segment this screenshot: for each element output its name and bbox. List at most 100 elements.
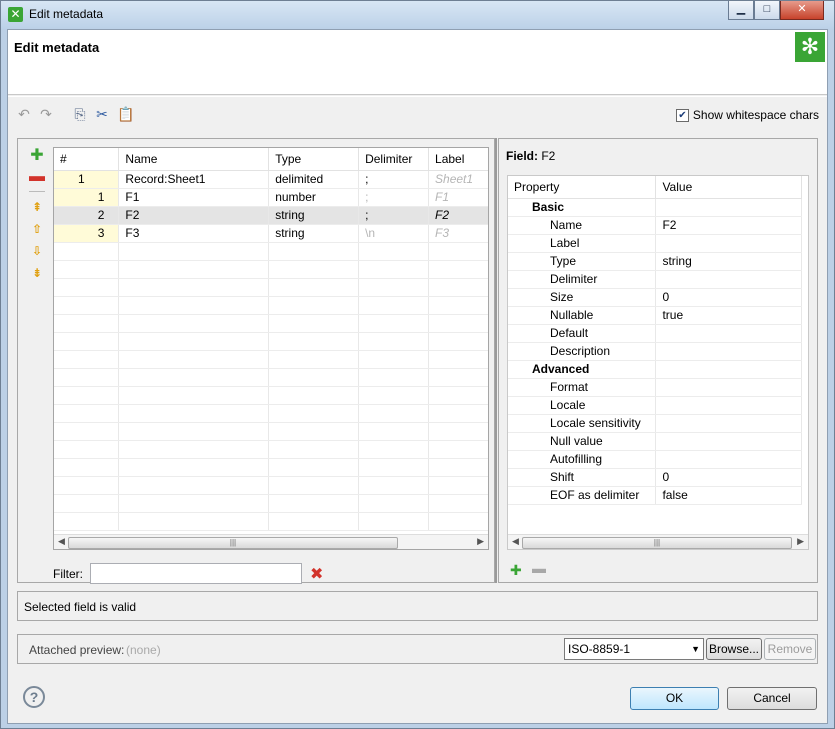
- column-header[interactable]: Type: [268, 148, 360, 171]
- clear-filter-icon[interactable]: ✖: [310, 564, 323, 584]
- property-row[interactable]: Default: [508, 324, 802, 343]
- empty-cell: [428, 458, 488, 477]
- empty-cell: [268, 494, 360, 513]
- column-header[interactable]: Label: [428, 148, 488, 171]
- property-value[interactable]: string: [655, 252, 802, 271]
- sidebar-divider: [29, 191, 45, 192]
- show-whitespace-toggle[interactable]: ✔ Show whitespace chars: [675, 108, 819, 122]
- property-row[interactable]: Locale: [508, 396, 802, 415]
- redo-icon[interactable]: ↷: [36, 104, 56, 124]
- property-value[interactable]: [655, 414, 802, 433]
- property-row[interactable]: EOF as delimiter false: [508, 486, 802, 505]
- property-group-row[interactable]: Basic: [508, 198, 802, 217]
- empty-cell: [54, 296, 120, 315]
- field-properties-panel: Field: F2 Property Value Basic Name F2 Label…: [498, 138, 818, 583]
- empty-cell: [428, 278, 488, 297]
- title-bar[interactable]: ✕ Edit metadata ▁ □ ✕: [1, 1, 834, 29]
- minimize-button[interactable]: ▁: [728, 1, 754, 20]
- property-row[interactable]: Name F2: [508, 216, 802, 235]
- property-value[interactable]: 0: [655, 468, 802, 487]
- empty-cell: [358, 512, 430, 531]
- fields-horizontal-scrollbar[interactable]: ◀ ||| ▶: [54, 534, 488, 549]
- show-whitespace-checkbox[interactable]: ✔: [675, 108, 689, 122]
- empty-cell: [118, 494, 270, 513]
- cancel-button[interactable]: Cancel: [727, 687, 817, 710]
- maximize-button[interactable]: □: [754, 1, 780, 20]
- field-type-cell: string: [268, 206, 360, 225]
- property-column-header[interactable]: Property: [508, 176, 657, 199]
- table-row[interactable]: 2 F2 string; F2: [54, 206, 488, 225]
- property-value[interactable]: 0: [655, 288, 802, 307]
- table-row[interactable]: 1 Record:Sheet1 delimited; Sheet1: [54, 170, 488, 189]
- column-header[interactable]: #: [54, 148, 120, 171]
- property-value[interactable]: [655, 342, 802, 361]
- add-field-icon[interactable]: ✚: [29, 148, 45, 164]
- property-row[interactable]: Shift 0: [508, 468, 802, 487]
- property-value[interactable]: [655, 432, 802, 451]
- empty-cell: [54, 314, 120, 333]
- property-value[interactable]: true: [655, 306, 802, 325]
- scroll-right-icon[interactable]: ▶: [477, 536, 484, 547]
- empty-cell: [428, 494, 488, 513]
- help-icon[interactable]: ?: [23, 686, 45, 708]
- scroll-thumb[interactable]: |||: [68, 537, 398, 549]
- panel-splitter[interactable]: [495, 138, 497, 583]
- remove-button[interactable]: Remove: [764, 638, 816, 660]
- property-value[interactable]: false: [655, 486, 802, 505]
- empty-cell: [268, 242, 360, 261]
- property-value[interactable]: [655, 324, 802, 343]
- property-row[interactable]: Type string: [508, 252, 802, 271]
- property-row[interactable]: Locale sensitivity: [508, 414, 802, 433]
- property-value[interactable]: [655, 270, 802, 289]
- column-header[interactable]: Name: [118, 148, 270, 171]
- ok-button[interactable]: OK: [630, 687, 719, 710]
- encoding-select[interactable]: ISO-8859-1 ▼: [564, 638, 704, 660]
- prop-scroll-left-icon[interactable]: ◀: [512, 536, 519, 547]
- property-value[interactable]: [655, 450, 802, 469]
- cut-icon[interactable]: ✂: [92, 104, 112, 124]
- property-value[interactable]: [655, 396, 802, 415]
- property-row[interactable]: Delimiter: [508, 270, 802, 289]
- property-column-header[interactable]: Value: [655, 176, 802, 199]
- property-group-row[interactable]: Advanced: [508, 360, 802, 379]
- empty-cell: [54, 278, 120, 297]
- property-value[interactable]: F2: [655, 216, 802, 235]
- empty-row: [54, 386, 488, 405]
- filter-input[interactable]: [90, 563, 302, 584]
- properties-horizontal-scrollbar[interactable]: ◀ ||| ▶: [508, 534, 808, 549]
- move-up-icon[interactable]: ⇧: [29, 221, 45, 237]
- prop-scroll-right-icon[interactable]: ▶: [797, 536, 804, 547]
- move-bottom-icon[interactable]: ⇟: [29, 265, 45, 281]
- empty-cell: [54, 422, 120, 441]
- table-row[interactable]: 3 F3 string \n F3: [54, 224, 488, 243]
- property-row[interactable]: Nullable true: [508, 306, 802, 325]
- property-row[interactable]: Null value: [508, 432, 802, 451]
- property-value[interactable]: [655, 378, 802, 397]
- property-row[interactable]: Size 0: [508, 288, 802, 307]
- property-row[interactable]: Label: [508, 234, 802, 253]
- undo-icon[interactable]: ↶: [14, 104, 34, 124]
- property-value[interactable]: [655, 234, 802, 253]
- add-property-icon[interactable]: ✚: [510, 562, 522, 579]
- close-button[interactable]: ✕: [780, 1, 824, 20]
- property-group-value: [655, 198, 802, 217]
- remove-property-icon[interactable]: ▬: [532, 560, 546, 576]
- empty-cell: [54, 350, 120, 369]
- empty-cell: [358, 386, 430, 405]
- remove-field-icon[interactable]: ▬: [29, 169, 45, 185]
- scroll-left-icon[interactable]: ◀: [58, 536, 65, 547]
- move-top-icon[interactable]: ⇞: [29, 199, 45, 215]
- browse-button[interactable]: Browse...: [706, 638, 762, 660]
- empty-cell: [268, 368, 360, 387]
- table-row[interactable]: 1 F1 number; F1: [54, 188, 488, 207]
- property-row[interactable]: Format: [508, 378, 802, 397]
- column-header[interactable]: Delimiter: [358, 148, 430, 171]
- paste-icon[interactable]: 📋: [116, 104, 136, 124]
- prop-scroll-thumb[interactable]: |||: [522, 537, 792, 549]
- copy-icon[interactable]: ⎘: [70, 104, 90, 124]
- empty-row: [54, 512, 488, 531]
- move-down-icon[interactable]: ⇩: [29, 243, 45, 259]
- property-row[interactable]: Description: [508, 342, 802, 361]
- property-row[interactable]: Autofilling: [508, 450, 802, 469]
- empty-cell: [358, 296, 430, 315]
